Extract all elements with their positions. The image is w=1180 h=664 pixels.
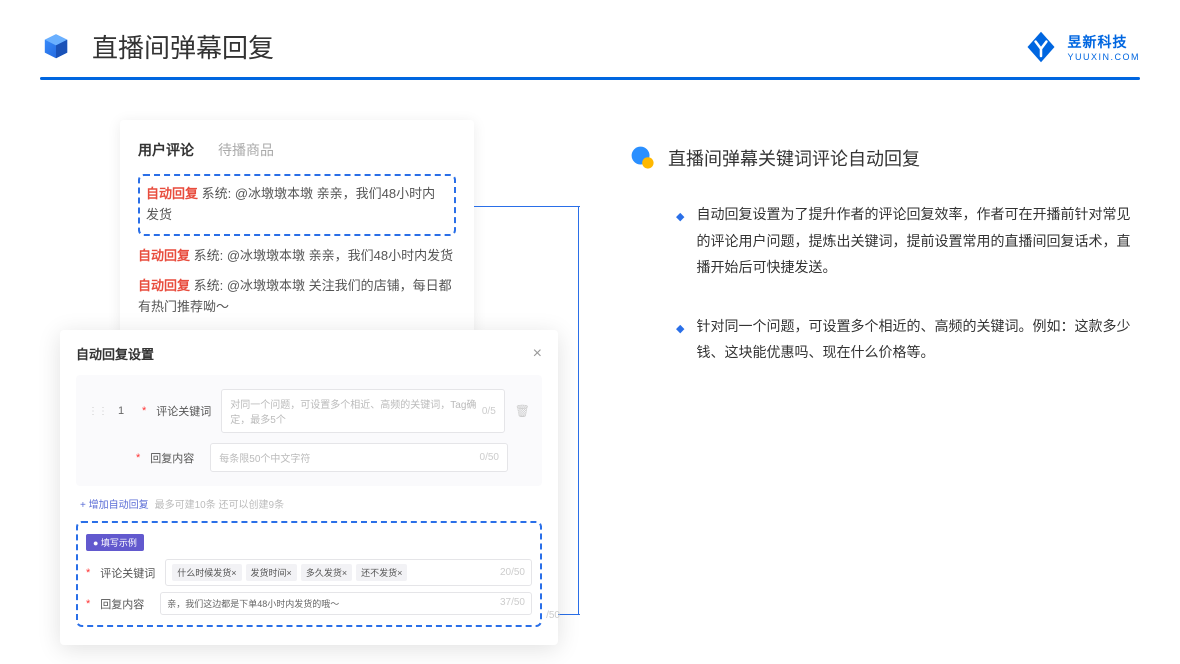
- example-badge: ● 填写示例: [86, 534, 144, 551]
- char-count: 0/50: [480, 452, 499, 463]
- connector-line: [578, 206, 579, 614]
- comment-row: 自动回复 系统: @冰墩墩本墩 亲亲，我们48小时内发货: [138, 246, 456, 267]
- example-keyword-tags[interactable]: 什么时候发货× 发货时间× 多久发货× 还不发货× 20/50: [165, 559, 532, 586]
- row-number: 1: [118, 405, 132, 417]
- auto-reply-tag: 自动回复: [138, 278, 190, 293]
- tag-chip[interactable]: 什么时候发货×: [172, 564, 241, 581]
- logo-text-cn: 昱新科技: [1067, 32, 1140, 52]
- highlighted-comment: 自动回复 系统: @冰墩墩本墩 亲亲，我们48小时内发货: [138, 174, 456, 236]
- keyword-input[interactable]: 对同一个问题，可设置多个相近、高频的关键词，Tag确定，最多5个 0/5: [221, 389, 504, 433]
- comment-text: 系统: @冰墩墩本墩 亲亲，我们48小时内发货: [190, 248, 453, 263]
- label-keyword: 评论关键词: [156, 403, 211, 419]
- tag-chip[interactable]: 多久发货×: [301, 564, 352, 581]
- section-title: 直播间弹幕关键词评论自动回复: [668, 145, 920, 171]
- example-content-text: 亲，我们这边都是下单48小时内发货的哦～: [167, 597, 339, 610]
- tabs: 用户评论 待播商品: [138, 140, 456, 160]
- trash-icon[interactable]: 🗑: [515, 404, 530, 418]
- logo-text-en: YUUXIN.COM: [1067, 52, 1140, 62]
- label-content: 回复内容: [100, 596, 150, 612]
- diamond-bullet-icon: ◆: [676, 207, 684, 281]
- label-keyword: 评论关键词: [100, 565, 155, 581]
- tag-chip[interactable]: 发货时间×: [246, 564, 297, 581]
- brand-logo: 昱新科技 YUUXIN.COM: [1023, 29, 1140, 65]
- placeholder-text: 对同一个问题，可设置多个相近、高频的关键词，Tag确定，最多5个: [230, 396, 482, 426]
- close-icon[interactable]: ×: [533, 345, 542, 363]
- page-title: 直播间弹幕回复: [92, 28, 274, 65]
- auto-reply-tag: 自动回复: [138, 248, 190, 263]
- char-count: 37/50: [500, 597, 525, 610]
- add-auto-reply-link[interactable]: + 增加自动回复: [80, 496, 149, 511]
- screenshot-composite: 用户评论 待播商品 自动回复 系统: @冰墩墩本墩 亲亲，我们48小时内发货 自…: [60, 120, 570, 610]
- label-content: 回复内容: [150, 450, 200, 466]
- tab-user-comments[interactable]: 用户评论: [138, 140, 194, 160]
- diamond-bullet-icon: ◆: [676, 319, 684, 366]
- required-star-icon: *: [142, 405, 146, 417]
- example-content: 亲，我们这边都是下单48小时内发货的哦～ 37/50: [160, 592, 532, 615]
- required-star-icon: *: [86, 598, 90, 610]
- example-box: ● 填写示例 * 评论关键词 什么时候发货× 发货时间× 多久发货× 还不发货×…: [76, 521, 542, 627]
- required-star-icon: *: [136, 452, 140, 464]
- auto-reply-settings-modal: 自动回复设置 × ⋮⋮ 1 * 评论关键词 对同一个问题，可设置多个相近、高频的…: [60, 330, 558, 645]
- tab-pending-products[interactable]: 待播商品: [218, 140, 274, 160]
- char-count: /50: [546, 610, 560, 621]
- placeholder-text: 每条限50个中文字符: [219, 450, 310, 465]
- auto-reply-tag: 自动回复: [146, 186, 198, 201]
- bullet-text: 自动回复设置为了提升作者的评论回复效率，作者可在开播前针对常见的评论用户问题，提…: [696, 201, 1140, 281]
- char-count: 0/5: [482, 406, 496, 417]
- modal-title: 自动回复设置: [76, 344, 154, 363]
- bullet-text: 针对同一个问题，可设置多个相近的、高频的关键词。例如：这款多少钱、这块能优惠吗、…: [696, 313, 1140, 366]
- drag-handle-icon[interactable]: ⋮⋮: [88, 406, 108, 417]
- page-header: 直播间弹幕回复 昱新科技 YUUXIN.COM: [0, 0, 1180, 65]
- bullet-item: ◆ 自动回复设置为了提升作者的评论回复效率，作者可在开播前针对常见的评论用户问题…: [676, 201, 1140, 281]
- logo-diamond-icon: [1023, 29, 1059, 65]
- info-column: 直播间弹幕关键词评论自动回复 ◆ 自动回复设置为了提升作者的评论回复效率，作者可…: [630, 120, 1140, 610]
- char-count: 20/50: [500, 567, 525, 578]
- chat-bubble-icon: [630, 145, 656, 171]
- required-star-icon: *: [86, 567, 90, 579]
- content-input[interactable]: 每条限50个中文字符 0/50: [210, 443, 508, 472]
- comments-panel: 用户评论 待播商品 自动回复 系统: @冰墩墩本墩 亲亲，我们48小时内发货 自…: [120, 120, 474, 342]
- bullet-item: ◆ 针对同一个问题，可设置多个相近的、高频的关键词。例如：这款多少钱、这块能优惠…: [676, 313, 1140, 366]
- add-hint: 最多可建10条 还可以创建9条: [155, 496, 284, 511]
- tag-chip[interactable]: 还不发货×: [356, 564, 407, 581]
- comment-row: 自动回复 系统: @冰墩墩本墩 关注我们的店铺，每日都有热门推荐呦～: [138, 276, 456, 318]
- connector-line: [474, 206, 580, 207]
- cube-icon: [40, 31, 72, 63]
